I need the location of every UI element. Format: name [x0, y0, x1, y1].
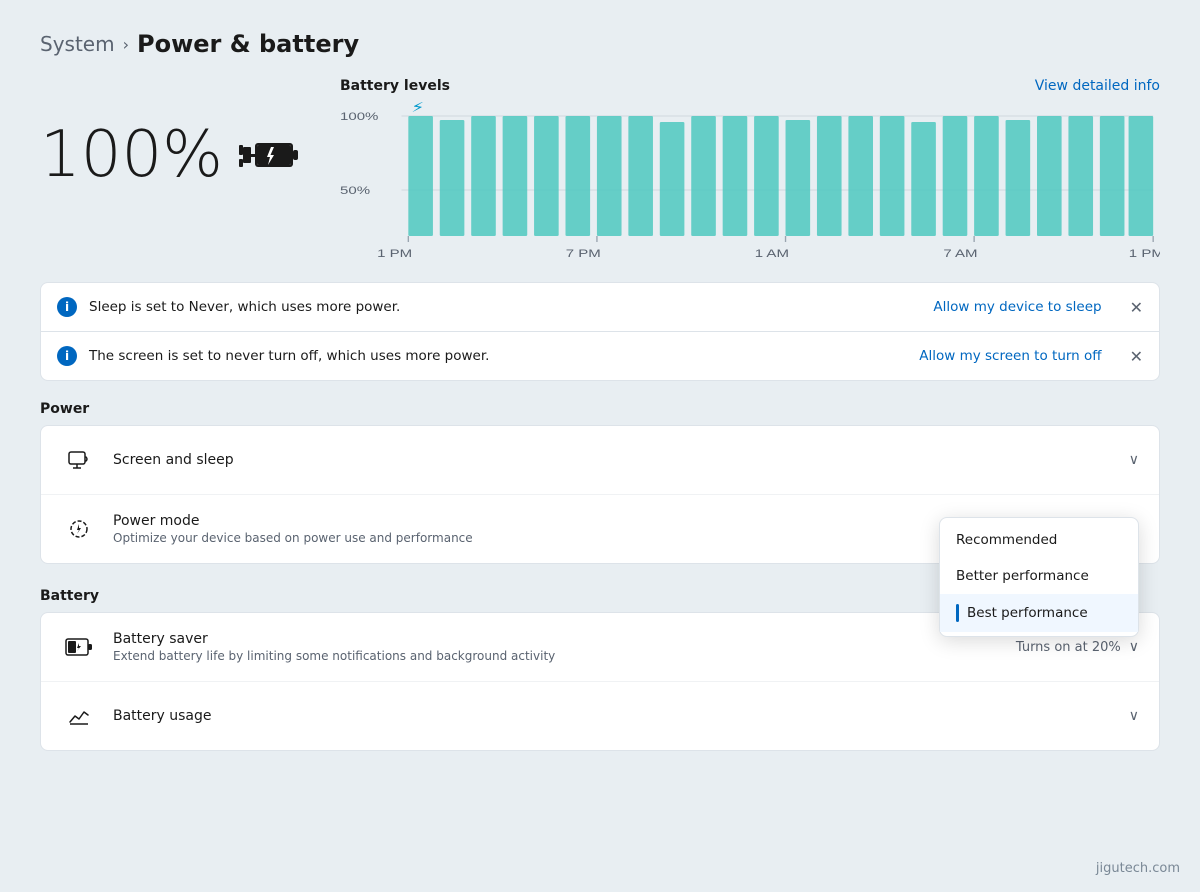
svg-text:7 AM: 7 AM: [943, 247, 977, 260]
dropdown-best-performance[interactable]: Best performance: [940, 594, 1138, 632]
screen-sleep-right: ∨: [1129, 452, 1139, 468]
dropdown-best-performance-label: Best performance: [967, 605, 1088, 621]
watermark: jigutech.com: [1096, 861, 1180, 876]
screen-sleep-title: Screen and sleep: [113, 452, 1129, 468]
screen-notification-banner: i The screen is set to never turn off, w…: [40, 331, 1160, 381]
sleep-notification-text: Sleep is set to Never, which uses more p…: [89, 299, 921, 315]
svg-text:1 PM: 1 PM: [1129, 247, 1160, 260]
screen-sleep-content: Screen and sleep: [113, 452, 1129, 468]
battery-saver-title: Battery saver: [113, 631, 1016, 647]
chart-title: Battery levels: [340, 78, 450, 94]
battery-chart-container: Battery levels View detailed info 100% 5…: [320, 78, 1160, 262]
battery-saver-status: Turns on at 20%: [1016, 640, 1121, 655]
battery-saver-right: Turns on at 20% ∨: [1016, 639, 1139, 655]
info-icon-1: i: [57, 297, 77, 317]
battery-percentage-text: 100%: [40, 118, 223, 192]
screen-sleep-icon: [61, 442, 97, 478]
battery-charging-icon: [239, 137, 299, 173]
svg-text:100%: 100%: [340, 110, 379, 123]
battery-chart: 100% 50% ⚡: [340, 102, 1160, 262]
view-detailed-info-link[interactable]: View detailed info: [1035, 78, 1160, 94]
battery-usage-icon: [61, 698, 97, 734]
battery-percentage-display: 100%: [40, 118, 320, 192]
svg-text:1 PM: 1 PM: [377, 247, 412, 260]
power-mode-dropdown[interactable]: Recommended Better performance Best perf…: [939, 517, 1139, 637]
power-section-label: Power: [40, 401, 1160, 417]
battery-saver-chevron-icon[interactable]: ∨: [1129, 639, 1139, 655]
sleep-notification-banner: i Sleep is set to Never, which uses more…: [40, 282, 1160, 331]
svg-text:1 AM: 1 AM: [755, 247, 789, 260]
power-mode-icon: [61, 511, 97, 547]
breadcrumb: System › Power & battery: [40, 30, 1160, 58]
battery-usage-chevron-icon[interactable]: ∨: [1129, 708, 1139, 724]
battery-saver-content: Battery saver Extend battery life by lim…: [113, 631, 1016, 663]
chart-header: Battery levels View detailed info: [340, 78, 1160, 94]
svg-text:⚡: ⚡: [411, 102, 424, 115]
breadcrumb-current: Power & battery: [137, 30, 359, 58]
screen-notification-text: The screen is set to never turn off, whi…: [89, 348, 907, 364]
battery-usage-row[interactable]: Battery usage ∨: [41, 682, 1159, 750]
screen-and-sleep-row[interactable]: Screen and sleep ∨: [41, 426, 1159, 495]
info-icon-2: i: [57, 346, 77, 366]
dropdown-better-performance[interactable]: Better performance: [940, 558, 1138, 594]
selected-bar-icon: [956, 604, 959, 622]
top-section: 100%: [40, 78, 1160, 262]
dropdown-recommended-label: Recommended: [956, 532, 1057, 548]
dropdown-better-performance-label: Better performance: [956, 568, 1089, 584]
dropdown-recommended[interactable]: Recommended: [940, 522, 1138, 558]
breadcrumb-chevron-icon: ›: [123, 35, 129, 54]
breadcrumb-system[interactable]: System: [40, 32, 115, 56]
close-screen-notification-button[interactable]: ✕: [1130, 347, 1143, 366]
allow-sleep-link[interactable]: Allow my device to sleep: [933, 299, 1101, 315]
battery-saver-icon: [61, 629, 97, 665]
power-settings-card: Screen and sleep ∨ Power mode Optimize y…: [40, 425, 1160, 564]
power-mode-row[interactable]: Power mode Optimize your device based on…: [41, 495, 1159, 563]
allow-screen-off-link[interactable]: Allow my screen to turn off: [919, 348, 1101, 364]
notification-banners: i Sleep is set to Never, which uses more…: [40, 282, 1160, 381]
screen-sleep-chevron-icon: ∨: [1129, 452, 1139, 468]
close-sleep-notification-button[interactable]: ✕: [1130, 298, 1143, 317]
battery-usage-right[interactable]: ∨: [1129, 708, 1139, 724]
svg-text:7 PM: 7 PM: [566, 247, 601, 260]
battery-usage-content: Battery usage: [113, 708, 1129, 724]
battery-usage-title: Battery usage: [113, 708, 1129, 724]
svg-text:50%: 50%: [340, 184, 370, 197]
battery-saver-subtitle: Extend battery life by limiting some not…: [113, 649, 1016, 663]
